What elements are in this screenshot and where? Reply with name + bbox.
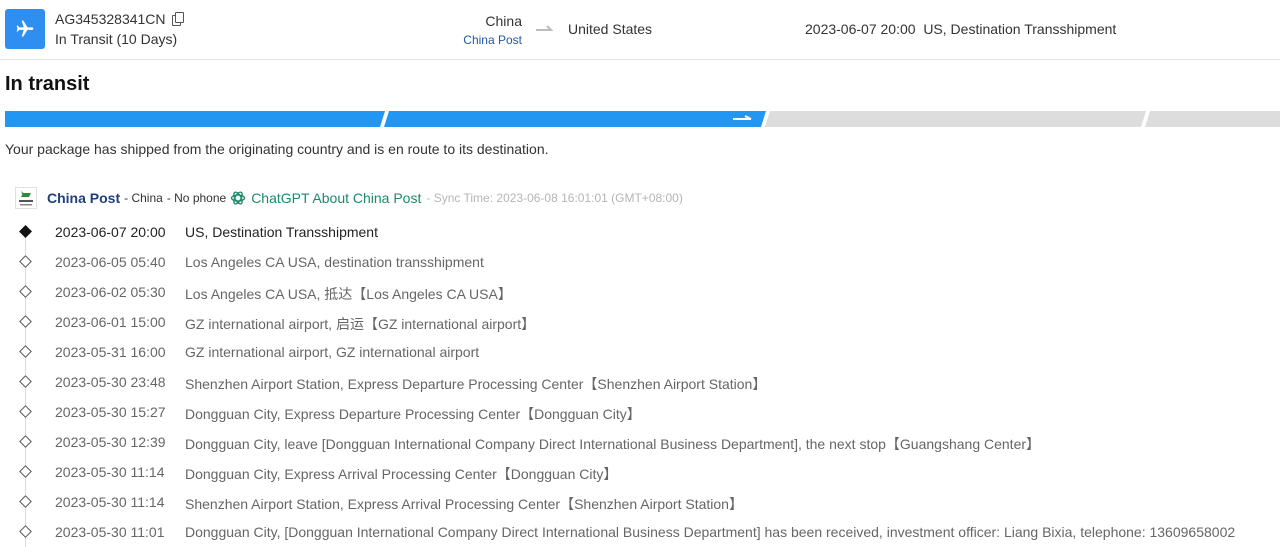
tracking-number-row: AG345328341CN: [55, 11, 184, 27]
event-time: 2023-06-01 15:00: [55, 314, 166, 330]
event-time: 2023-05-30 12:39: [55, 434, 166, 450]
event-description: GZ international airport, 启运【GZ internat…: [185, 316, 536, 332]
timeline-dot-icon: [19, 375, 32, 388]
tracking-number: AG345328341CN: [55, 11, 166, 27]
destination-country: United States: [568, 21, 653, 37]
event-time: 2023-05-30 11:01: [55, 524, 165, 540]
timeline-event: 2023-06-02 05:30 Los Angeles CA USA, 抵达【…: [0, 277, 1280, 307]
copy-icon[interactable]: [171, 12, 184, 26]
timeline-event: 2023-06-07 20:00 US, Destination Transsh…: [0, 217, 1280, 247]
status-description: Your package has shipped from the origin…: [5, 141, 549, 157]
progress-bar: [5, 111, 1280, 127]
timeline-dot-icon: [19, 435, 32, 448]
china-post-logo: [15, 187, 37, 209]
origin-country: China: [485, 13, 522, 29]
carrier-name[interactable]: China Post: [47, 190, 120, 206]
timeline-dot-icon: [19, 315, 32, 328]
timeline-event: 2023-05-31 16:00 GZ international airpor…: [0, 337, 1280, 367]
timeline-event: 2023-05-30 23:48 Shenzhen Airport Statio…: [0, 367, 1280, 397]
event-description: Shenzhen Airport Station, Express Arriva…: [185, 496, 743, 512]
origin-carrier-link[interactable]: China Post: [463, 33, 522, 47]
timeline-dot-icon: [19, 345, 32, 358]
timeline-event: 2023-05-30 11:01 Dongguan City, [Donggua…: [0, 517, 1280, 547]
event-time: 2023-05-31 16:00: [55, 344, 166, 360]
carrier-info-row: China Post - China - No phone ChatGPT Ab…: [15, 187, 683, 209]
carrier-country: - China: [124, 191, 163, 205]
carrier-phone: - No phone: [166, 191, 227, 205]
latest-event: 2023-06-07 20:00 US, Destination Transsh…: [805, 21, 1117, 37]
timeline-dot-icon: [19, 465, 32, 478]
timeline-dot-icon: [19, 285, 32, 298]
status-title: In transit: [5, 73, 90, 95]
timeline-dot-icon: [19, 225, 32, 238]
timeline-event: 2023-05-30 15:27 Dongguan City, Express …: [0, 397, 1280, 427]
event-time: 2023-05-30 11:14: [55, 494, 165, 510]
event-time: 2023-05-30 15:27: [55, 404, 166, 420]
event-time: 2023-05-30 23:48: [55, 374, 166, 390]
progress-stage-3: [765, 111, 1146, 127]
event-description: Los Angeles CA USA, 抵达【Los Angeles CA US…: [185, 286, 512, 302]
event-description: Shenzhen Airport Station, Express Depart…: [185, 376, 767, 392]
timeline-dot-icon: [19, 405, 32, 418]
timeline-event: 2023-05-30 11:14 Dongguan City, Express …: [0, 457, 1280, 487]
event-description: Dongguan City, leave [Dongguan Internati…: [185, 436, 1041, 452]
timeline-dot-icon: [19, 525, 32, 538]
timeline-event: 2023-06-05 05:40 Los Angeles CA USA, des…: [0, 247, 1280, 277]
timeline-event: 2023-05-30 12:39 Dongguan City, leave [D…: [0, 427, 1280, 457]
chatgpt-link[interactable]: ChatGPT About China Post: [230, 190, 421, 206]
event-time: 2023-05-30 11:14: [55, 464, 165, 480]
event-description: GZ international airport, GZ internation…: [185, 344, 480, 360]
timeline-dot-icon: [19, 495, 32, 508]
event-description: Dongguan City, [Dongguan International C…: [185, 524, 1236, 540]
timeline-event: 2023-05-30 11:14 Shenzhen Airport Statio…: [0, 487, 1280, 517]
progress-stage-4: [1145, 111, 1280, 127]
progress-stage-2: [384, 111, 766, 127]
event-description: Dongguan City, Express Departure Process…: [185, 406, 641, 422]
event-time: 2023-06-02 05:30: [55, 284, 166, 300]
sync-time: - Sync Time: 2023-06-08 16:01:01 (GMT+08…: [426, 191, 683, 205]
transit-status: In Transit (10 Days): [55, 31, 178, 47]
chatgpt-icon: [231, 191, 246, 205]
shipment-header: AG345328341CN In Transit (10 Days) China…: [0, 0, 1280, 60]
timeline-event: 2023-06-01 15:00 GZ international airpor…: [0, 307, 1280, 337]
chatgpt-link-label: ChatGPT About China Post: [251, 190, 422, 206]
progress-stage-1: [5, 111, 385, 127]
event-time: 2023-06-05 05:40: [55, 254, 166, 270]
timeline-dot-icon: [19, 255, 32, 268]
event-description: US, Destination Transshipment: [185, 224, 378, 240]
airplane-icon: [5, 9, 45, 49]
event-description: Los Angeles CA USA, destination transshi…: [185, 254, 484, 270]
arrow-right-icon: [535, 22, 557, 38]
event-time: 2023-06-07 20:00: [55, 224, 166, 240]
event-description: Dongguan City, Express Arrival Processin…: [185, 466, 618, 482]
